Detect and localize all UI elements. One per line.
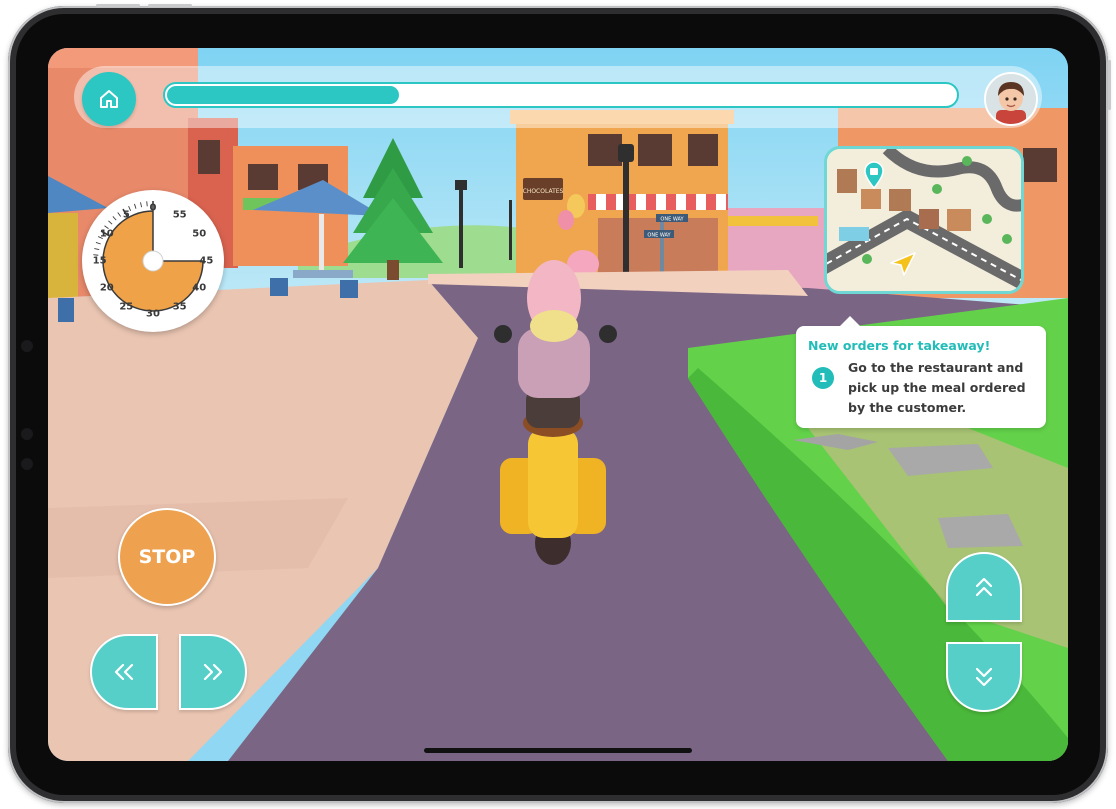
shop-sign-text: CHOCOLATES <box>523 188 564 195</box>
chair <box>58 298 74 322</box>
step-number-badge: 1 <box>812 367 834 389</box>
street-sign-text: ONE WAY <box>647 233 671 239</box>
player-avatar[interactable] <box>984 72 1038 126</box>
kiosk <box>48 213 78 303</box>
timer-minute-label: 50 <box>192 228 207 240</box>
sensor-dot <box>21 458 33 470</box>
timer-minute-label: 45 <box>199 255 214 267</box>
order-notification: New orders for takeaway! 1 Go to the res… <box>796 316 1046 428</box>
shopping-bag-pin-icon[interactable] <box>863 161 885 189</box>
awning-stripe <box>636 194 646 210</box>
awning-stripe <box>596 194 606 210</box>
table <box>293 270 353 278</box>
timer-knob <box>142 250 164 272</box>
stop-button[interactable]: STOP <box>118 508 216 606</box>
rider-hair-tips <box>530 310 578 342</box>
timer-minute-label: 35 <box>172 301 187 313</box>
window <box>638 134 672 166</box>
lamp-head <box>618 144 634 162</box>
game-screen: CHOCOLATES ONE WAY ONE WAY 0 5 10 15 20 … <box>48 48 1068 761</box>
camera-dot <box>21 340 33 352</box>
awning-stripe <box>716 194 726 210</box>
street-lamp <box>509 200 512 260</box>
window <box>248 164 278 190</box>
notification-title: New orders for takeaway! <box>808 338 991 353</box>
scooter-mirror <box>599 325 617 343</box>
double-chevron-right-icon <box>203 663 223 681</box>
step-instruction: Go to the restaurant and pick up the mea… <box>848 360 1026 415</box>
timer-minute-label: 0 <box>149 202 157 214</box>
steer-left-button[interactable] <box>90 634 158 710</box>
building-roof <box>48 48 198 68</box>
window <box>588 134 622 166</box>
timer-minute-label: 5 <box>122 209 130 221</box>
street-sign-text: ONE WAY <box>660 217 684 223</box>
volume-button <box>148 4 192 7</box>
boy-avatar-icon <box>986 74 1036 124</box>
timer-minute-label: 30 <box>146 308 160 320</box>
timer-minute-label: 25 <box>119 301 134 313</box>
home-icon <box>100 90 118 108</box>
timer-minute-label: 40 <box>192 282 207 294</box>
timer-tick <box>146 201 148 207</box>
window <box>198 140 220 174</box>
shop-window <box>598 218 718 278</box>
home-indicator[interactable] <box>424 748 692 753</box>
timer-minute-label: 20 <box>99 282 114 294</box>
progress-fill <box>167 86 399 104</box>
double-chevron-down-icon <box>975 667 993 687</box>
awning-stripe <box>696 194 706 210</box>
scooter-body <box>528 428 578 538</box>
stepping-stone <box>938 514 1023 548</box>
double-chevron-up-icon <box>975 577 993 597</box>
sensor-dot <box>21 428 33 440</box>
chair <box>340 280 358 298</box>
awning <box>728 216 818 226</box>
countdown-timer: 0 5 10 15 20 25 30 35 40 45 50 55 <box>82 190 224 332</box>
chair <box>270 278 288 296</box>
level-progress-bar <box>163 82 959 108</box>
balloon <box>558 210 574 230</box>
minimap-view <box>827 149 1021 291</box>
accelerate-button[interactable] <box>946 552 1022 622</box>
window <box>688 134 718 166</box>
awning-stripe <box>676 194 686 210</box>
navigation-arrow-icon <box>890 252 916 276</box>
window <box>1023 148 1057 182</box>
tree-trunk <box>387 260 399 280</box>
timer-minute-label: 10 <box>99 228 114 240</box>
minimap[interactable] <box>824 146 1024 294</box>
lamp-head <box>455 180 467 190</box>
volume-button <box>96 4 140 7</box>
timer-minute-label: 55 <box>172 209 187 221</box>
street-lamp <box>459 188 463 268</box>
parasol-pole <box>319 214 324 274</box>
double-chevron-left-icon <box>114 663 134 681</box>
home-button[interactable] <box>82 72 136 126</box>
awning-stripe <box>656 194 666 210</box>
scooter-mirror <box>494 325 512 343</box>
timer-minute-label: 15 <box>92 255 107 267</box>
power-button <box>1108 60 1111 110</box>
